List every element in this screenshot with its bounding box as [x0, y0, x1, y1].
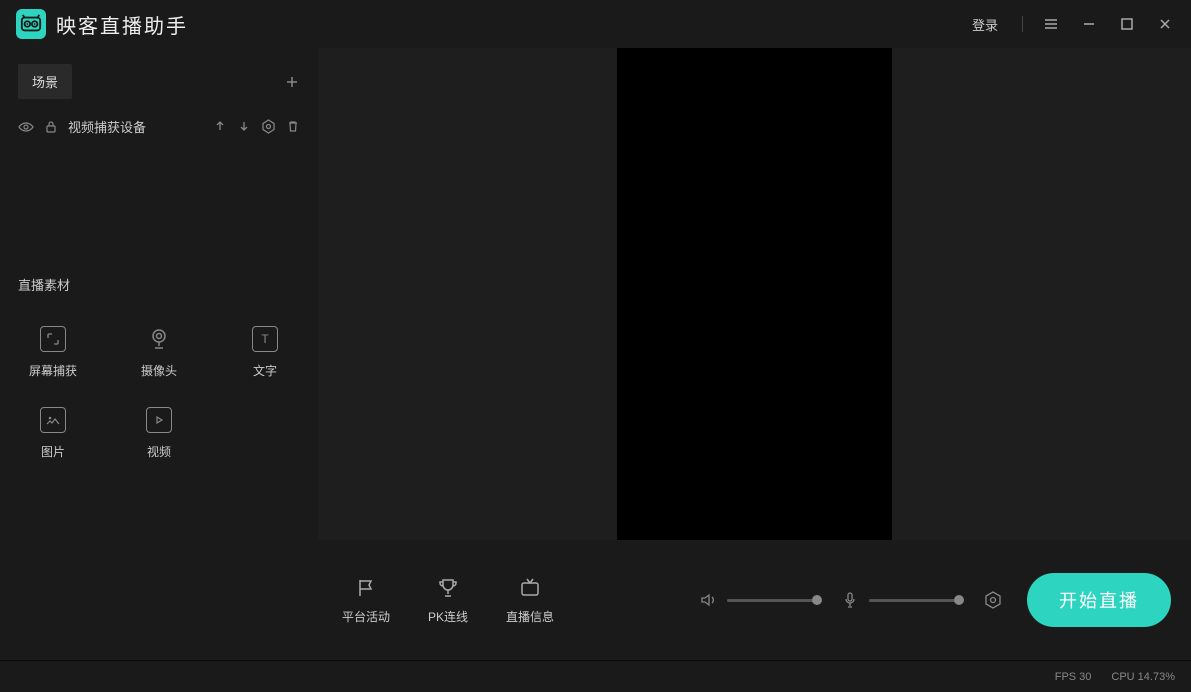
bottom-item-label: 直播信息	[506, 608, 554, 625]
text-icon: T	[252, 326, 278, 352]
flag-icon	[354, 576, 378, 600]
lock-icon	[44, 120, 58, 134]
gear-icon	[261, 119, 276, 134]
plus-icon	[284, 74, 300, 90]
move-down-button[interactable]	[237, 119, 251, 134]
arrow-up-icon	[213, 119, 227, 133]
source-label: 屏幕捕获	[29, 362, 77, 379]
lock-toggle[interactable]	[44, 120, 58, 134]
pk-button[interactable]: PK连线	[414, 576, 482, 625]
scene-item[interactable]: 视频捕获设备	[0, 107, 318, 146]
preview-content	[617, 48, 892, 540]
scene-tab[interactable]: 场景	[18, 64, 72, 99]
mic-slider[interactable]	[869, 599, 959, 602]
settings-item-button[interactable]	[261, 119, 276, 134]
source-label: 文字	[253, 362, 277, 379]
source-camera[interactable]: 摄像头	[106, 312, 212, 393]
visibility-toggle[interactable]	[18, 119, 34, 135]
move-up-button[interactable]	[213, 119, 227, 134]
speaker-volume-control	[699, 591, 817, 609]
scene-header: 场景	[0, 48, 318, 107]
camera-icon	[146, 326, 172, 352]
menu-button[interactable]	[1041, 14, 1061, 34]
minimize-button[interactable]	[1079, 14, 1099, 34]
fps-display: FPS 30	[1055, 671, 1092, 683]
source-label: 视频	[147, 443, 171, 460]
preview-canvas[interactable]	[318, 48, 1191, 540]
owl-icon	[20, 13, 42, 35]
platform-activity-button[interactable]: 平台活动	[328, 576, 404, 625]
audio-settings-button[interactable]	[983, 590, 1003, 610]
login-link[interactable]: 登录	[972, 15, 998, 34]
trash-icon	[286, 119, 300, 133]
speaker-slider[interactable]	[727, 599, 817, 602]
start-stream-button[interactable]: 开始直播	[1027, 573, 1171, 627]
source-label: 图片	[41, 443, 65, 460]
arrow-down-icon	[237, 119, 251, 133]
mic-icon[interactable]	[841, 591, 859, 609]
stream-info-button[interactable]: 直播信息	[492, 576, 568, 625]
maximize-icon	[1120, 17, 1134, 31]
bottom-bar: 平台活动 PK连线 直播信息	[318, 540, 1191, 660]
screen-capture-icon	[40, 326, 66, 352]
sources-title: 直播素材	[0, 263, 318, 306]
statusbar: FPS 30 CPU 14.73%	[0, 660, 1191, 692]
eye-icon	[18, 119, 34, 135]
bottom-item-label: 平台活动	[342, 608, 390, 625]
hamburger-icon	[1043, 16, 1059, 32]
bottom-item-label: PK连线	[428, 608, 468, 625]
source-video[interactable]: 视频	[106, 393, 212, 474]
mic-volume-control	[841, 591, 959, 609]
titlebar: 映客直播助手 登录	[0, 0, 1191, 48]
image-icon	[40, 407, 66, 433]
gear-icon	[983, 590, 1003, 610]
maximize-button[interactable]	[1117, 14, 1137, 34]
minimize-icon	[1082, 17, 1096, 31]
source-label: 摄像头	[141, 362, 177, 379]
app-title: 映客直播助手	[56, 10, 188, 39]
add-scene-button[interactable]	[284, 74, 300, 90]
cpu-display: CPU 14.73%	[1111, 671, 1175, 683]
close-icon	[1158, 17, 1172, 31]
scene-item-name: 视频捕获设备	[68, 117, 203, 136]
source-screen-capture[interactable]: 屏幕捕获	[0, 312, 106, 393]
source-text[interactable]: T 文字	[212, 312, 318, 393]
speaker-icon[interactable]	[699, 591, 717, 609]
sidebar: 场景 视频捕获设备	[0, 48, 318, 660]
trophy-icon	[436, 576, 460, 600]
delete-item-button[interactable]	[286, 119, 300, 134]
divider	[1022, 16, 1023, 32]
close-button[interactable]	[1155, 14, 1175, 34]
tv-icon	[518, 576, 542, 600]
video-icon	[146, 407, 172, 433]
source-image[interactable]: 图片	[0, 393, 106, 474]
app-logo	[16, 9, 46, 39]
preview-area: 平台活动 PK连线 直播信息	[318, 48, 1191, 660]
sources-section: 直播素材 屏幕捕获 摄像头 T	[0, 263, 318, 660]
